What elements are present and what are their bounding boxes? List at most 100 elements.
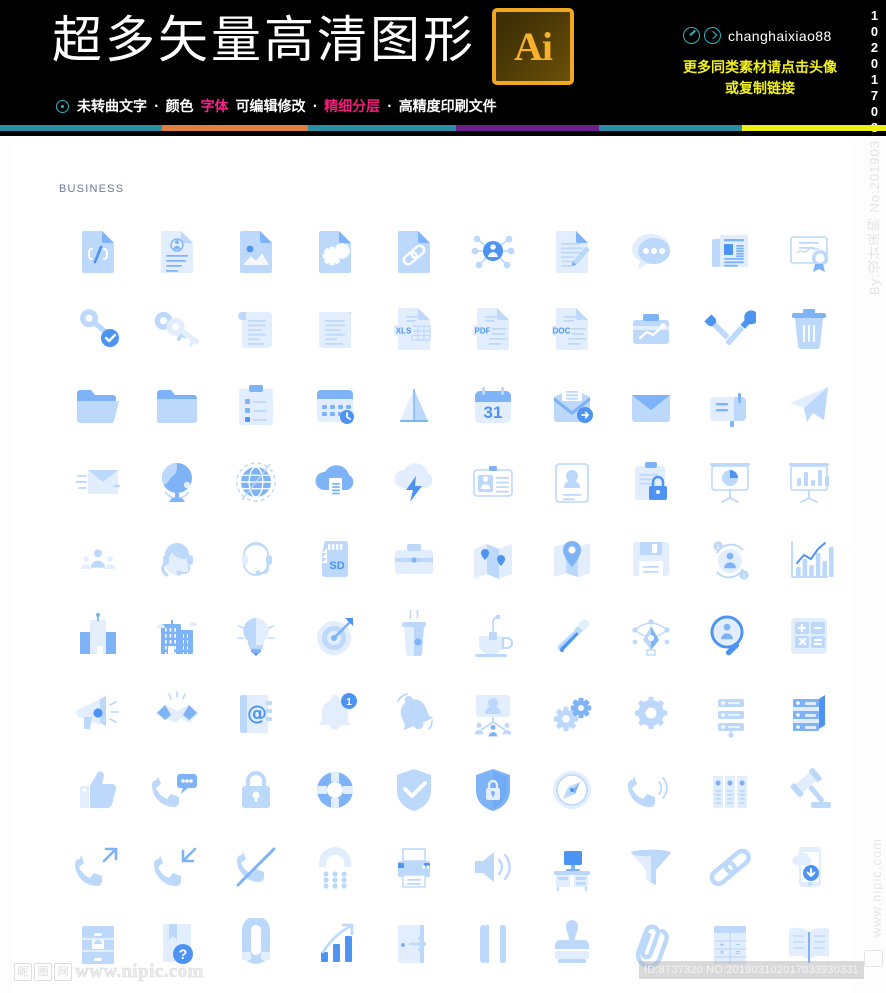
file-image-icon[interactable] bbox=[216, 212, 295, 289]
profile-card-icon[interactable] bbox=[532, 443, 611, 520]
envelope-icon[interactable] bbox=[611, 366, 690, 443]
buildings-icon[interactable] bbox=[58, 597, 137, 674]
bar-chart-icon[interactable] bbox=[769, 520, 848, 597]
phone-ring-icon[interactable] bbox=[611, 751, 690, 828]
gears-icon[interactable] bbox=[532, 674, 611, 751]
presentation-bar-icon[interactable] bbox=[769, 443, 848, 520]
id-card-icon[interactable] bbox=[453, 443, 532, 520]
calculator-icon[interactable] bbox=[769, 597, 848, 674]
folder-icon[interactable] bbox=[137, 366, 216, 443]
bell-ring-icon[interactable] bbox=[374, 674, 453, 751]
file-contract-icon[interactable] bbox=[137, 212, 216, 289]
call-outgoing-icon[interactable] bbox=[58, 828, 137, 905]
cloud-bolt-icon[interactable] bbox=[374, 443, 453, 520]
file-settings-icon[interactable] bbox=[295, 212, 374, 289]
key-check-icon[interactable] bbox=[58, 289, 137, 366]
megaphone-icon[interactable] bbox=[58, 674, 137, 751]
calendar-31-icon[interactable]: 31 bbox=[453, 366, 532, 443]
colorbar-segment bbox=[599, 125, 742, 131]
certificate-icon[interactable] bbox=[769, 212, 848, 289]
lifebuoy-icon[interactable] bbox=[295, 751, 374, 828]
speaker-icon[interactable] bbox=[453, 828, 532, 905]
desk-computer-icon[interactable] bbox=[532, 828, 611, 905]
eyedropper-icon[interactable] bbox=[532, 597, 611, 674]
notebook-icon[interactable] bbox=[453, 905, 532, 982]
scroll-icon[interactable] bbox=[216, 289, 295, 366]
support-female-icon[interactable] bbox=[137, 520, 216, 597]
file-code-icon[interactable] bbox=[58, 212, 137, 289]
handshake-icon[interactable] bbox=[137, 674, 216, 751]
address-book-icon[interactable]: @ bbox=[216, 674, 295, 751]
briefcase-chart-icon[interactable] bbox=[611, 289, 690, 366]
server-stack-icon[interactable] bbox=[690, 674, 769, 751]
pen-tool-icon[interactable] bbox=[611, 597, 690, 674]
call-missed-icon[interactable] bbox=[216, 828, 295, 905]
chain-link-icon[interactable] bbox=[690, 828, 769, 905]
phone-chat-icon[interactable] bbox=[137, 751, 216, 828]
tea-cup-icon[interactable] bbox=[453, 597, 532, 674]
presentation-pie-icon[interactable] bbox=[690, 443, 769, 520]
file-pdf-icon[interactable]: PDF bbox=[453, 289, 532, 366]
floppy-disk-icon[interactable] bbox=[611, 520, 690, 597]
file-doc-icon[interactable]: DOC bbox=[532, 289, 611, 366]
coffee-cup-icon[interactable] bbox=[374, 597, 453, 674]
server-rack-icon[interactable] bbox=[769, 674, 848, 751]
gavel-icon[interactable] bbox=[769, 751, 848, 828]
mobile-download-icon[interactable] bbox=[769, 828, 848, 905]
binders-icon[interactable] bbox=[690, 751, 769, 828]
compass-icon[interactable] bbox=[532, 751, 611, 828]
file-edit-icon[interactable] bbox=[532, 212, 611, 289]
clipboard-lock-icon[interactable] bbox=[611, 443, 690, 520]
globe-grid-icon[interactable] bbox=[216, 443, 295, 520]
file-xls-icon[interactable]: XLS bbox=[374, 289, 453, 366]
folder-open-icon[interactable] bbox=[58, 366, 137, 443]
magnet-icon[interactable] bbox=[216, 905, 295, 982]
support-male-icon[interactable] bbox=[216, 520, 295, 597]
mailbox-icon[interactable] bbox=[690, 366, 769, 443]
call-incoming-icon[interactable] bbox=[137, 828, 216, 905]
newspaper-icon[interactable] bbox=[690, 212, 769, 289]
trash-icon[interactable] bbox=[769, 289, 848, 366]
map-pins-icon[interactable] bbox=[453, 520, 532, 597]
user-sync-icon[interactable]: 21 bbox=[690, 520, 769, 597]
account-badge[interactable]: changhaixiao88 bbox=[683, 27, 832, 44]
user-network-icon[interactable] bbox=[453, 212, 532, 289]
exit-door-icon[interactable] bbox=[374, 905, 453, 982]
padlock-icon[interactable] bbox=[216, 751, 295, 828]
growth-chart-icon[interactable] bbox=[295, 905, 374, 982]
gear-icon[interactable] bbox=[611, 674, 690, 751]
office-building-icon[interactable] bbox=[137, 597, 216, 674]
scroll-alt-icon[interactable] bbox=[295, 289, 374, 366]
telephone-icon[interactable] bbox=[295, 828, 374, 905]
calendar-flip-icon[interactable] bbox=[374, 366, 453, 443]
calendar-grid-icon[interactable] bbox=[295, 366, 374, 443]
shield-lock-icon[interactable] bbox=[453, 751, 532, 828]
funnel-icon[interactable] bbox=[611, 828, 690, 905]
paper-plane-icon[interactable] bbox=[769, 366, 848, 443]
stamp-icon[interactable] bbox=[532, 905, 611, 982]
shield-check-icon[interactable] bbox=[374, 751, 453, 828]
keys-icon[interactable] bbox=[137, 289, 216, 366]
team-group-icon[interactable] bbox=[58, 520, 137, 597]
thumbs-up-icon[interactable] bbox=[58, 751, 137, 828]
feature-item: 可编辑修改 bbox=[235, 99, 306, 115]
lightbulb-icon[interactable] bbox=[216, 597, 295, 674]
tools-icon[interactable] bbox=[690, 289, 769, 366]
clipboard-check-icon[interactable] bbox=[216, 366, 295, 443]
file-link-icon[interactable] bbox=[374, 212, 453, 289]
search-user-icon[interactable] bbox=[690, 597, 769, 674]
cloud-file-icon[interactable] bbox=[295, 443, 374, 520]
map-location-icon[interactable] bbox=[532, 520, 611, 597]
target-arrow-icon[interactable] bbox=[295, 597, 374, 674]
globe-stand-icon[interactable] bbox=[137, 443, 216, 520]
bell-notification-icon[interactable]: 1 bbox=[295, 674, 374, 751]
sd-card-icon[interactable]: SD bbox=[295, 520, 374, 597]
briefcase-icon[interactable] bbox=[374, 520, 453, 597]
mail-send-icon[interactable] bbox=[532, 366, 611, 443]
chat-bubble-icon[interactable] bbox=[611, 212, 690, 289]
promo-text: 更多同类素材请点击头像 或复制链接 bbox=[660, 58, 860, 100]
mail-fast-icon[interactable] bbox=[58, 443, 137, 520]
header-colorbar bbox=[0, 125, 886, 131]
video-meeting-icon[interactable] bbox=[453, 674, 532, 751]
printer-icon[interactable] bbox=[374, 828, 453, 905]
